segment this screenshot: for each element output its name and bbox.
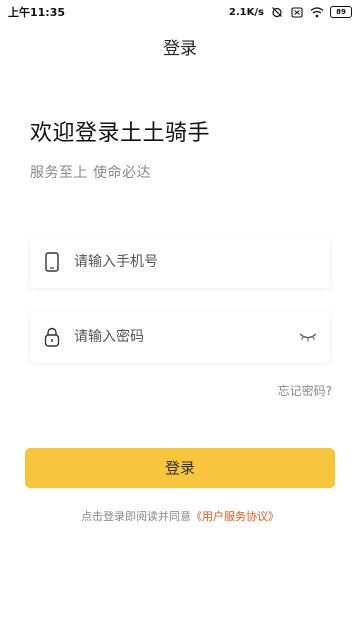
- password-field-container: [30, 311, 330, 363]
- battery-icon: 89: [330, 6, 352, 18]
- agreement-text: 点击登录即阅读并同意《用户服务协议》: [0, 508, 360, 524]
- login-screen: 上午11:35 2.1K/s 89 登录 欢迎登录土土骑手 服务至上 使命必达: [0, 0, 360, 640]
- page-title: 登录: [163, 39, 197, 59]
- phone-field-container: [30, 236, 330, 288]
- status-time: 上午11:35: [8, 6, 66, 19]
- wifi-icon: [310, 6, 324, 18]
- status-icons: 2.1K/s 89: [229, 6, 352, 18]
- sim-off-icon: [290, 6, 304, 18]
- phone-input[interactable]: [72, 253, 318, 271]
- lock-icon: [42, 326, 62, 348]
- phone-icon: [42, 251, 62, 273]
- eye-closed-icon[interactable]: [298, 330, 318, 344]
- agreement-prefix: 点击登录即阅读并同意: [81, 510, 191, 523]
- net-speed: 2.1K/s: [228, 6, 264, 18]
- user-agreement-link[interactable]: 《用户服务协议》: [191, 510, 279, 523]
- status-bar: 上午11:35 2.1K/s 89: [0, 0, 360, 24]
- welcome-slogan: 服务至上 使命必达: [30, 165, 151, 181]
- password-input[interactable]: [72, 328, 298, 346]
- login-button[interactable]: 登录: [25, 448, 335, 488]
- alarm-off-icon: [270, 6, 284, 18]
- welcome-heading: 欢迎登录土土骑手: [30, 121, 211, 146]
- forgot-password-link[interactable]: 忘记密码?: [278, 382, 332, 399]
